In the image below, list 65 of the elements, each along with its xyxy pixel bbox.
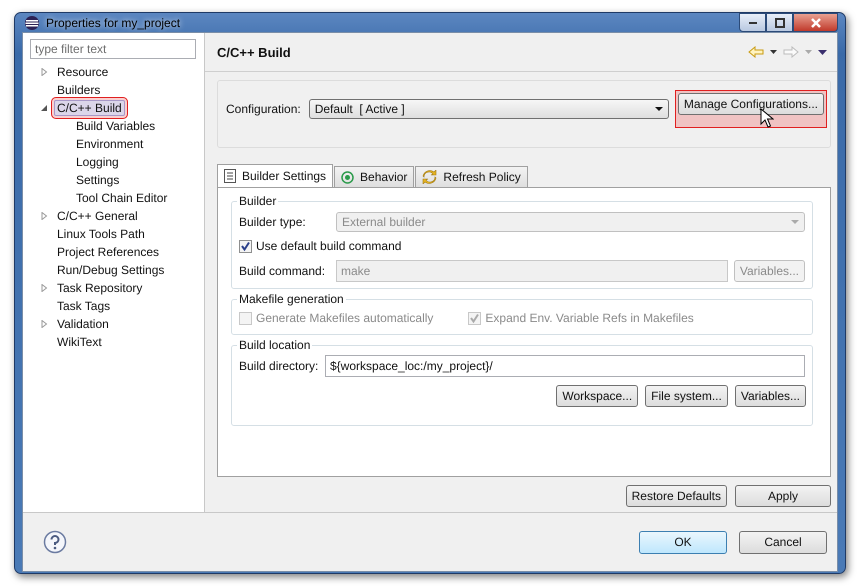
tree-item[interactable]: Run/Debug Settings <box>54 262 168 278</box>
dropdown-icon <box>654 107 663 111</box>
checkbox-label: Expand Env. Variable Refs in Makefiles <box>485 311 694 325</box>
location-button[interactable]: Workspace... <box>556 385 638 407</box>
tree-item[interactable]: Validation <box>54 316 112 332</box>
tab[interactable]: Refresh Policy <box>415 166 528 187</box>
tab[interactable]: Builder Settings <box>217 164 334 187</box>
tree-item[interactable]: Tool Chain Editor <box>73 190 170 206</box>
tree-item[interactable]: WikiText <box>54 334 105 350</box>
group-title: Builder <box>238 194 278 208</box>
location-button[interactable]: File system... <box>645 385 728 407</box>
tree-item[interactable]: Builders <box>54 82 104 98</box>
minimize-button[interactable] <box>739 13 766 32</box>
checkbox[interactable] <box>239 240 252 252</box>
expand-icon[interactable] <box>40 68 48 76</box>
tree-item[interactable]: Task Repository <box>54 280 146 296</box>
dropdown-icon <box>791 220 799 224</box>
expand-icon[interactable] <box>40 212 48 220</box>
tree-item[interactable]: Project References <box>54 244 162 260</box>
build-directory-label: Build directory: <box>239 358 319 372</box>
checkbox-label: Generate Makefiles automatically <box>256 311 434 325</box>
list-icon <box>224 169 236 183</box>
tree-item[interactable]: Settings <box>73 172 122 188</box>
checkbox-label: Use default build command <box>256 239 402 253</box>
tree-item[interactable]: Task Tags <box>54 298 114 314</box>
help-icon[interactable] <box>43 530 67 554</box>
page-button[interactable]: Apply <box>735 485 831 507</box>
minimize-icon <box>748 22 756 24</box>
tree-item[interactable]: Build Variables <box>73 118 158 134</box>
group-title: Makefile generation <box>238 292 345 306</box>
build-command-label: Build command: <box>239 264 326 278</box>
menu-icon[interactable] <box>818 50 827 54</box>
tree-item[interactable]: Resource <box>54 64 112 80</box>
page-button[interactable]: Restore Defaults <box>626 485 727 507</box>
page-title: C/C++ Build <box>217 44 291 60</box>
forward-arrow-icon[interactable] <box>783 46 799 58</box>
filter-field[interactable]: type filter text <box>30 39 196 59</box>
dropdown-icon[interactable] <box>770 50 777 54</box>
expand-icon[interactable] <box>40 320 48 328</box>
app-icon <box>24 14 40 30</box>
tree-item[interactable]: Linux Tools Path <box>54 226 148 242</box>
location-button[interactable]: Variables... <box>734 385 806 407</box>
tab[interactable]: Behavior <box>334 166 414 187</box>
back-arrow-icon[interactable] <box>748 46 764 58</box>
group-title: Build location <box>238 338 312 352</box>
builder-type-label: Builder type: <box>239 214 307 228</box>
build-directory-field[interactable]: ${workspace_loc:/my_project}/ <box>325 354 805 376</box>
close-icon <box>810 16 822 28</box>
maximize-button[interactable] <box>766 13 793 32</box>
expand-icon[interactable] <box>40 284 48 292</box>
tree-item[interactable]: C/C++ General <box>54 208 141 224</box>
tree-item[interactable]: Logging <box>73 154 122 170</box>
collapse-icon[interactable] <box>40 104 48 112</box>
tree-item[interactable]: Environment <box>73 136 146 152</box>
window-title: Properties for my_project <box>46 16 180 30</box>
configuration-dropdown[interactable]: Default [ Active ] <box>308 99 669 119</box>
dialog-button[interactable]: OK <box>639 530 727 554</box>
configuration-label: Configuration: <box>226 102 301 116</box>
close-button[interactable] <box>793 13 838 32</box>
manage-configurations-button[interactable]: Manage Configurations... <box>678 93 824 115</box>
target-icon <box>341 170 354 184</box>
refresh-icon <box>422 170 438 184</box>
tree-item[interactable]: C/C++ Build <box>54 100 125 116</box>
dialog-button[interactable]: Cancel <box>739 530 827 554</box>
maximize-icon <box>774 18 784 28</box>
